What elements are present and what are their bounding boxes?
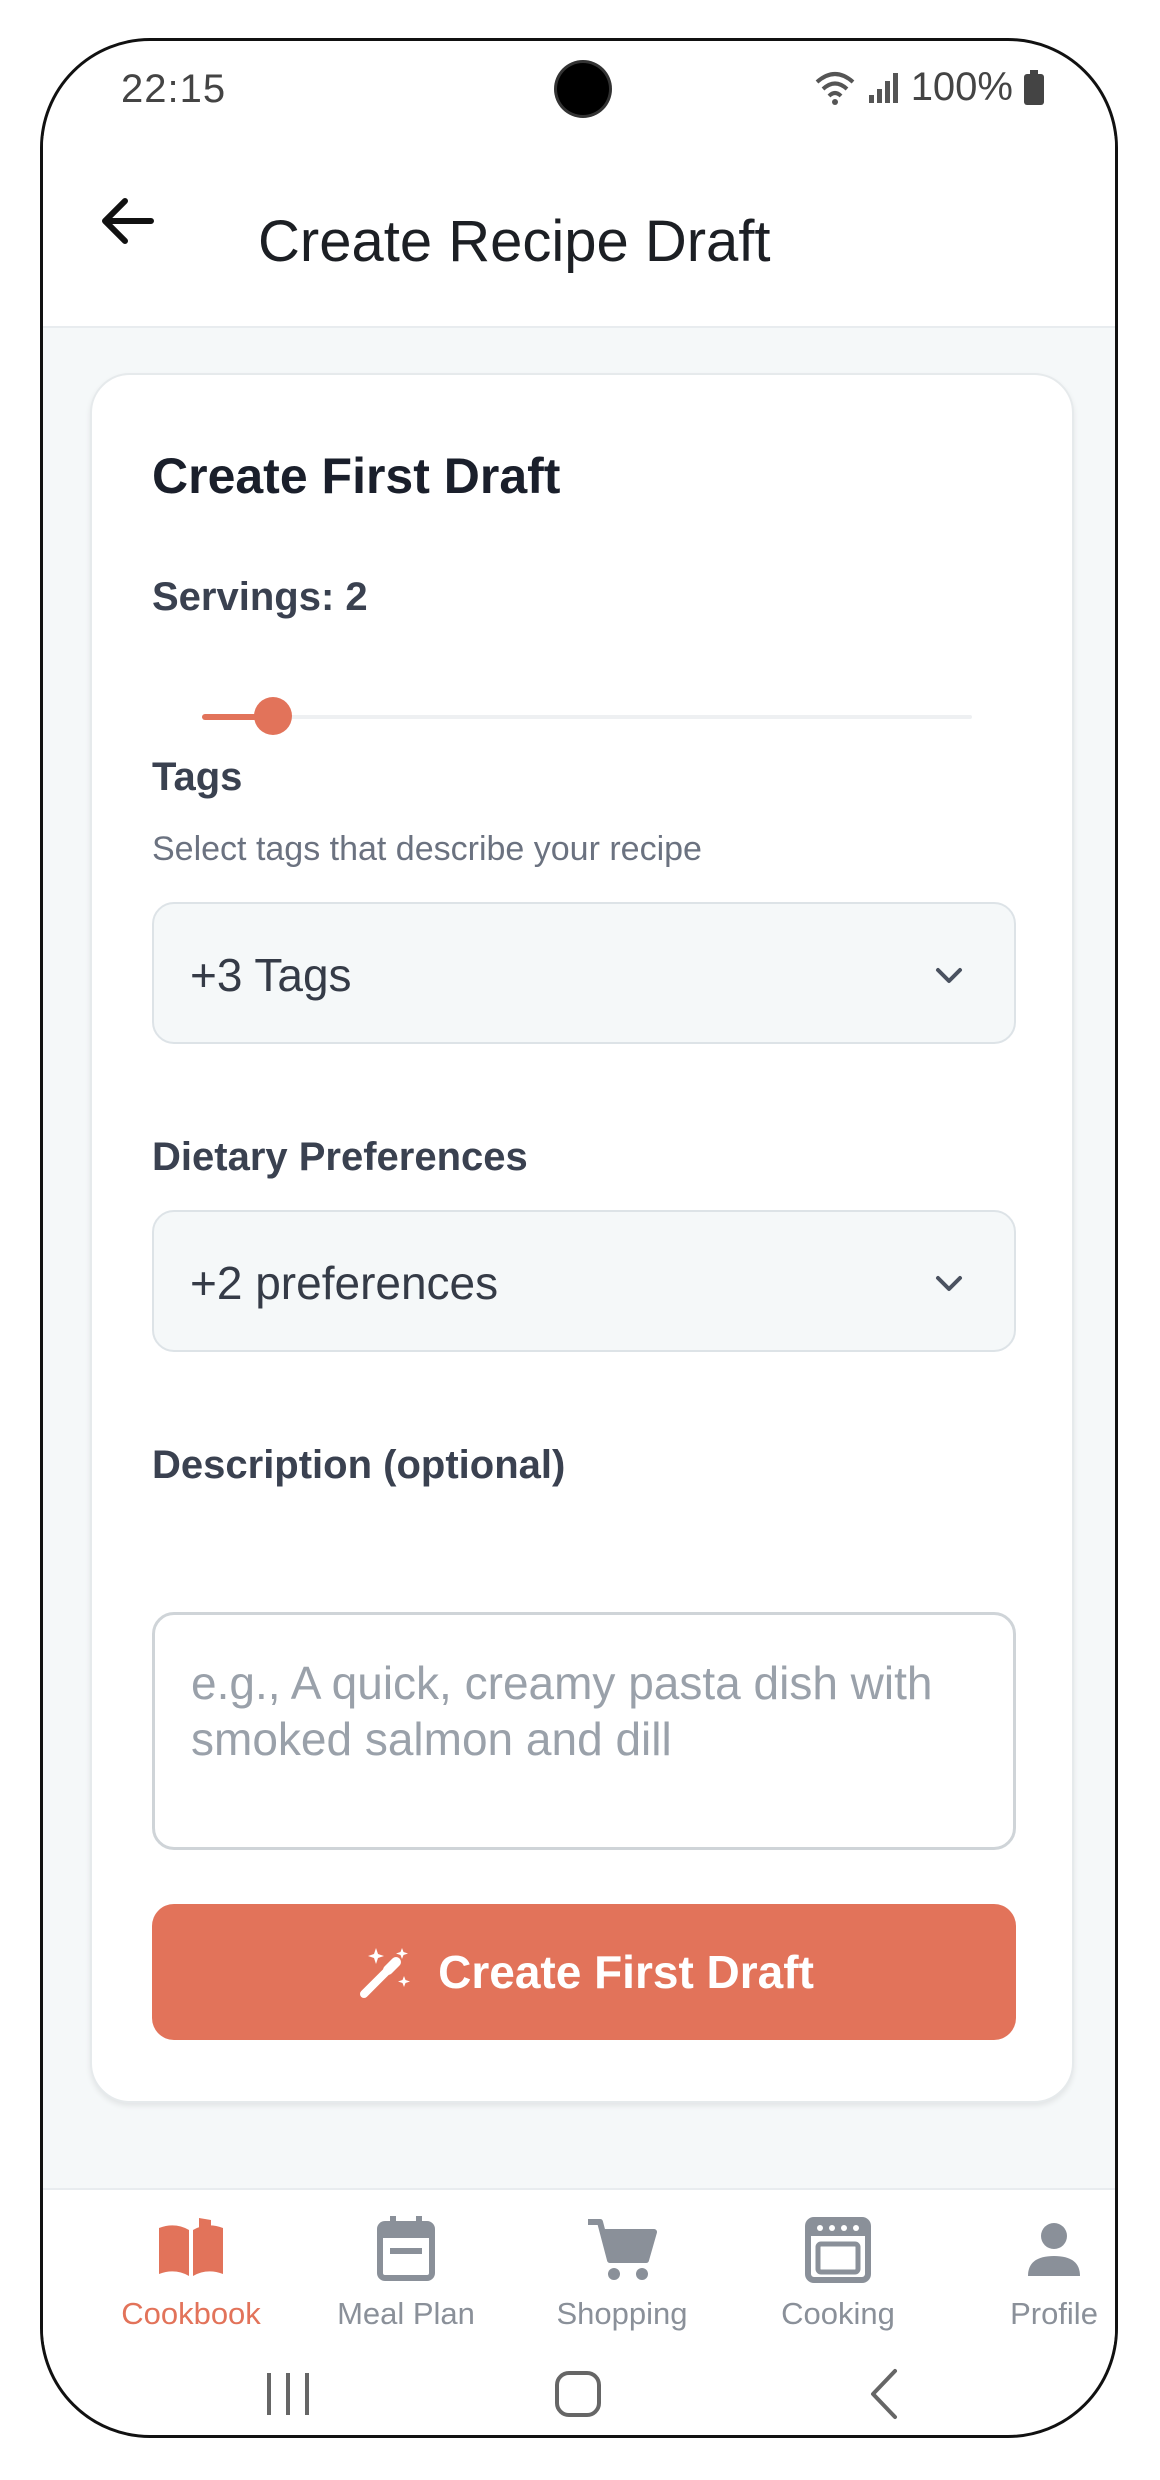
back-arrow-icon[interactable] — [93, 186, 163, 256]
app-bar: Create Recipe Draft — [43, 136, 1115, 328]
status-icons: 100% — [813, 65, 1045, 110]
dietary-select[interactable]: +2 preferences — [152, 1210, 1016, 1352]
chevron-down-icon — [936, 1276, 962, 1291]
nav-label-meal-plan: Meal Plan — [337, 2296, 475, 2331]
nav-item-profile[interactable]: Profile — [954, 2210, 1115, 2332]
description-label: Description (optional) — [152, 1443, 566, 1487]
phone-frame: 22:15 100% Create Recipe Draft Create Fi… — [40, 38, 1118, 2438]
tags-select-value: +3 Tags — [190, 949, 352, 1001]
battery-percent: 100% — [910, 65, 1013, 109]
magic-wand-icon — [360, 1948, 411, 1998]
nav-label-shopping: Shopping — [556, 2296, 688, 2331]
create-first-draft-button[interactable]: Create First Draft — [152, 1904, 1016, 2040]
home-icon[interactable] — [543, 2359, 613, 2429]
stove-icon — [805, 2217, 871, 2283]
tags-hint: Select tags that describe your recipe — [152, 830, 702, 868]
description-input[interactable] — [152, 1612, 1016, 1850]
main-content: Create First Draft Servings: 2 Tags Sele… — [43, 328, 1115, 2188]
recent-apps-icon[interactable] — [253, 2359, 323, 2429]
servings-label: Servings: 2 — [152, 575, 368, 619]
nav-item-meal-plan[interactable]: Meal Plan — [306, 2210, 506, 2332]
cart-icon — [588, 2219, 657, 2280]
book-icon — [159, 2218, 223, 2276]
battery-icon — [1024, 69, 1044, 105]
page-title: Create Recipe Draft — [258, 209, 771, 274]
nav-label-cookbook: Cookbook — [121, 2296, 261, 2331]
nav-item-shopping[interactable]: Shopping — [522, 2210, 722, 2332]
tags-label: Tags — [152, 755, 243, 799]
bottom-navigation: Cookbook Meal Plan Shopping Cooking Prof… — [43, 2188, 1115, 2345]
card-title: Create First Draft — [152, 448, 561, 504]
dietary-select-value: +2 preferences — [190, 1257, 499, 1309]
nav-item-cooking[interactable]: Cooking — [738, 2210, 938, 2332]
chevron-down-icon — [936, 968, 962, 983]
status-time: 22:15 — [121, 67, 227, 111]
create-first-draft-label: Create First Draft — [438, 1946, 814, 1998]
nav-label-profile: Profile — [1010, 2296, 1098, 2331]
signal-icon — [868, 72, 898, 103]
system-back-icon[interactable] — [851, 2359, 921, 2429]
dietary-label: Dietary Preferences — [152, 1135, 528, 1179]
calendar-icon — [377, 2216, 435, 2281]
draft-form-card: Create First Draft Servings: 2 Tags Sele… — [90, 373, 1074, 2103]
system-navigation-bar — [43, 2341, 1115, 2435]
nav-label-cooking: Cooking — [781, 2296, 895, 2331]
servings-slider-thumb[interactable] — [254, 697, 292, 735]
person-icon — [1028, 2223, 1080, 2276]
servings-slider[interactable] — [202, 697, 972, 735]
tags-select[interactable]: +3 Tags — [152, 902, 1016, 1044]
nav-item-cookbook[interactable]: Cookbook — [91, 2210, 291, 2332]
front-camera — [557, 63, 609, 115]
wifi-icon — [815, 71, 855, 105]
